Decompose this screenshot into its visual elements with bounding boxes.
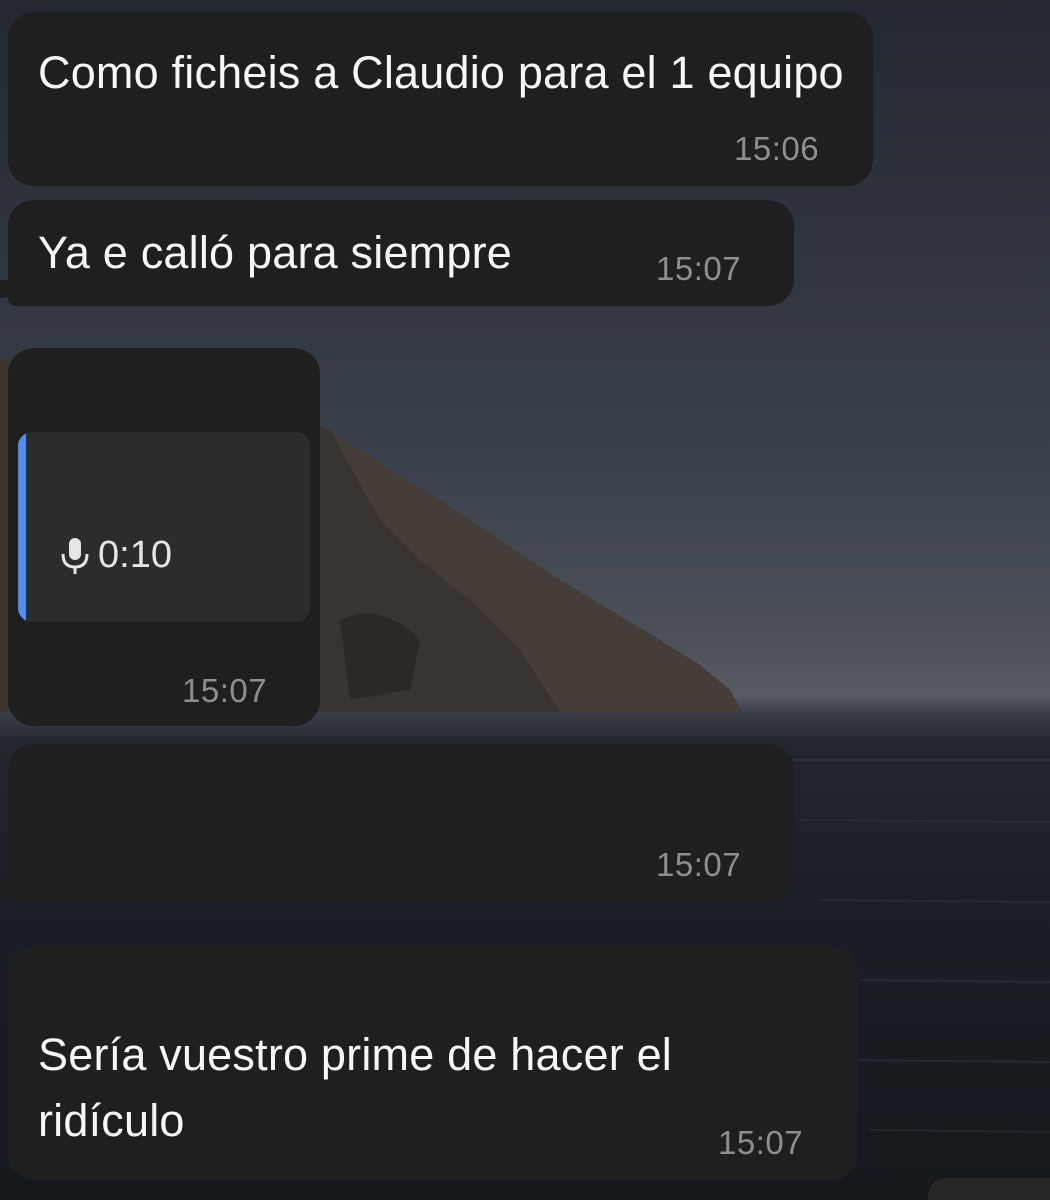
message-bubble-4[interactable]: 15:07 bbox=[8, 744, 794, 902]
voice-duration: 0:10 bbox=[98, 534, 172, 576]
message-bubble-2[interactable]: Ya e calló para siempre 15:07 bbox=[8, 200, 794, 306]
message-text: Como ficheis a Claudio para el 1 equipo bbox=[38, 47, 844, 98]
message-text: Ya e calló para siempre bbox=[38, 227, 513, 278]
voice-message-bubble[interactable]: 0:10 15:07 bbox=[8, 348, 320, 726]
message-text: Sería vuestro prime de hacer el ridículo bbox=[38, 1029, 673, 1146]
message-timestamp: 15:07 bbox=[656, 846, 742, 883]
message-timestamp: 15:06 bbox=[734, 130, 820, 167]
message-bubble-1[interactable]: Como ficheis a Claudio para el 1 equipo … bbox=[8, 12, 873, 186]
quote-accent-bar bbox=[18, 432, 26, 622]
message-timestamp: 15:07 bbox=[656, 250, 742, 287]
voice-duration-row: 0:10 bbox=[58, 534, 172, 577]
microphone-icon bbox=[58, 536, 92, 576]
message-bubble-5[interactable]: Sería vuestro prime de hacer el ridículo… bbox=[8, 946, 858, 1180]
message-timestamp: 15:07 bbox=[182, 672, 268, 709]
message-timestamp: 15:07 bbox=[718, 1124, 804, 1161]
next-message-bubble-partial[interactable] bbox=[928, 1178, 1050, 1200]
voice-message-card[interactable]: 0:10 bbox=[18, 432, 310, 622]
